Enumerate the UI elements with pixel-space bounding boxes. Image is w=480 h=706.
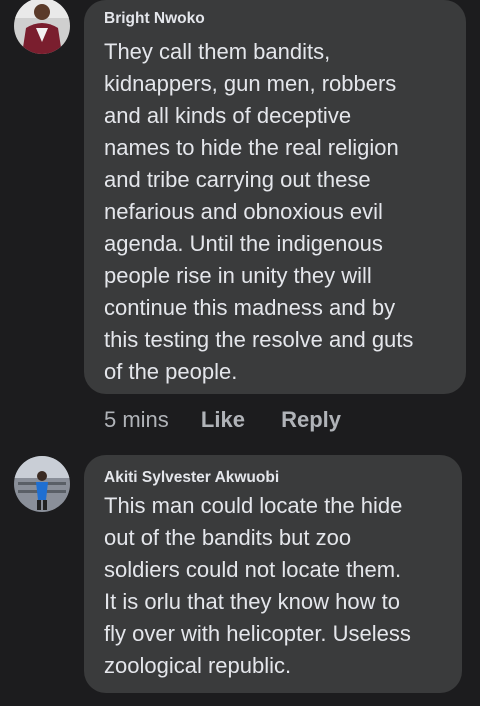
- reply-button[interactable]: Reply: [281, 404, 341, 436]
- comment-actions: 5 mins Like Reply: [104, 404, 341, 436]
- comment-line: names to hide the real religion: [104, 135, 399, 160]
- comment-line: people rise in unity they will: [104, 263, 372, 288]
- comment-text: They call them bandits, kidnappers, gun …: [104, 36, 448, 388]
- comment-author[interactable]: Akiti Sylvester Akwuobi: [104, 455, 444, 487]
- comment-line: fly over with helicopter. Useless: [104, 621, 411, 646]
- comment-line: out of the bandits but zoo: [104, 525, 352, 550]
- comment-timestamp[interactable]: 5 mins: [104, 404, 169, 436]
- comment-line: this testing the resolve and guts: [104, 327, 414, 352]
- user-photo-icon: [14, 456, 70, 512]
- like-button[interactable]: Like: [201, 404, 245, 436]
- comment-line: nefarious and obnoxious evil: [104, 199, 383, 224]
- comment-author[interactable]: Bright Nwoko: [104, 0, 448, 28]
- comment-line: They call them bandits,: [104, 39, 331, 64]
- comment-line: of the people.: [104, 359, 238, 384]
- user-photo-icon: [14, 0, 70, 54]
- comment-bubble: Akiti Sylvester Akwuobi This man could l…: [84, 455, 462, 693]
- comment-line: kidnappers, gun men, robbers: [104, 71, 397, 96]
- comment-line: and tribe carrying out these: [104, 167, 371, 192]
- comment-line: agenda. Until the indigenous: [104, 231, 383, 256]
- avatar-bright-nwoko[interactable]: [14, 0, 70, 54]
- comment-line: soldiers could not locate them.: [104, 557, 402, 582]
- comment-text: This man could locate the hide out of th…: [104, 490, 444, 682]
- comment-line: It is orlu that they know how to: [104, 589, 400, 614]
- comment-line: zoological republic.: [104, 653, 292, 678]
- comment-line: continue this madness and by: [104, 295, 396, 320]
- avatar-akiti-sylvester[interactable]: [14, 456, 70, 512]
- comment-line: and all kinds of deceptive: [104, 103, 352, 128]
- comment-line: This man could locate the hide: [104, 493, 403, 518]
- comment-bubble: Bright Nwoko They call them bandits, kid…: [84, 0, 466, 394]
